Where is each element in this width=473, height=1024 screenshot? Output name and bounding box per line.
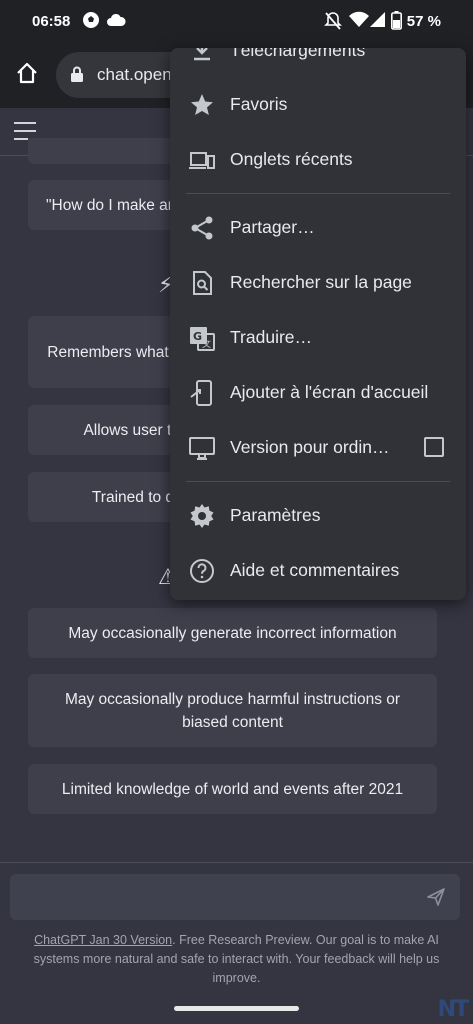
gesture-nav-handle[interactable] [174, 1006, 299, 1011]
desktop-site-checkbox[interactable] [424, 437, 444, 457]
menu-divider [186, 193, 450, 194]
footer-disclaimer: ChatGPT Jan 30 Version. Free Research Pr… [14, 931, 459, 988]
menu-item-label: Onglets récents [230, 149, 353, 169]
mute-bell-icon [324, 11, 342, 35]
menu-item-label: Version pour ordin… [230, 437, 390, 457]
menu-item-settings[interactable]: Paramètres [170, 488, 466, 543]
help-circle-icon [188, 557, 216, 585]
limitation-card: May occasionally generate incorrect info… [28, 608, 437, 658]
desktop-monitor-icon [188, 434, 216, 462]
menu-item-recent-tabs[interactable]: Onglets récents [170, 132, 466, 187]
menu-item-bookmarks[interactable]: Favoris [170, 77, 466, 132]
limitation-card: May occasionally produce harmful instruc… [28, 674, 437, 747]
cloud-icon [106, 11, 126, 33]
input-area: ChatGPT Jan 30 Version. Free Research Pr… [0, 862, 473, 1024]
translate-icon: G文 [188, 324, 216, 352]
lock-icon[interactable] [70, 66, 84, 88]
menu-item-desktop-site[interactable]: Version pour ordin… [170, 420, 466, 475]
limitation-text: Limited knowledge of world and events af… [61, 780, 404, 798]
menu-item-label: Ajouter à l'écran d'accueil [230, 382, 429, 402]
limitation-card: Limited knowledge of world and events af… [28, 764, 437, 814]
menu-item-label: Favoris [230, 94, 288, 114]
menu-divider [186, 481, 450, 482]
menu-item-downloads[interactable]: Téléchargements [170, 48, 466, 78]
limitation-text: May occasionally produce harmful instruc… [64, 690, 401, 731]
svg-text:文: 文 [202, 338, 211, 350]
svg-text:G: G [193, 330, 202, 343]
menu-item-label: Rechercher sur la page [230, 272, 412, 292]
add-to-home-screen-icon [188, 379, 216, 407]
find-in-page-icon [188, 269, 216, 297]
menu-item-add-to-home[interactable]: Ajouter à l'écran d'accueil [170, 365, 466, 420]
download-icon [188, 48, 216, 65]
wifi-icon [349, 11, 369, 33]
menu-item-label: Aide et commentaires [230, 560, 400, 580]
send-icon[interactable] [426, 887, 446, 912]
share-icon [188, 214, 216, 242]
signal-icon [370, 11, 386, 33]
clock: 06:58 [32, 13, 71, 30]
limitation-text: May occasionally generate incorrect info… [68, 624, 397, 642]
devices-icon [188, 146, 216, 174]
home-icon[interactable] [12, 58, 44, 90]
browser-overflow-menu: Téléchargements Favoris Onglets récents … [170, 48, 466, 600]
status-bar: 06:58 57 % [0, 0, 473, 44]
watermark-logo: NT [437, 997, 469, 1022]
battery-icon [391, 11, 402, 34]
menu-item-label: Traduire… [230, 327, 313, 347]
gear-icon [188, 502, 216, 530]
battery-level: 57 % [406, 13, 441, 30]
menu-item-label: Paramètres [230, 505, 321, 525]
star-icon [188, 91, 216, 119]
menu-item-translate[interactable]: G文 Traduire… [170, 310, 466, 365]
menu-item-help[interactable]: Aide et commentaires [170, 543, 466, 598]
menu-item-find-in-page[interactable]: Rechercher sur la page [170, 255, 466, 310]
version-link[interactable]: ChatGPT Jan 30 Version [34, 933, 172, 947]
menu-item-label: Partager… [230, 217, 315, 237]
menu-item-share[interactable]: Partager… [170, 200, 466, 255]
soccer-ball-icon [82, 11, 100, 33]
message-input[interactable] [10, 874, 460, 920]
menu-item-label: Téléchargements [230, 48, 366, 60]
